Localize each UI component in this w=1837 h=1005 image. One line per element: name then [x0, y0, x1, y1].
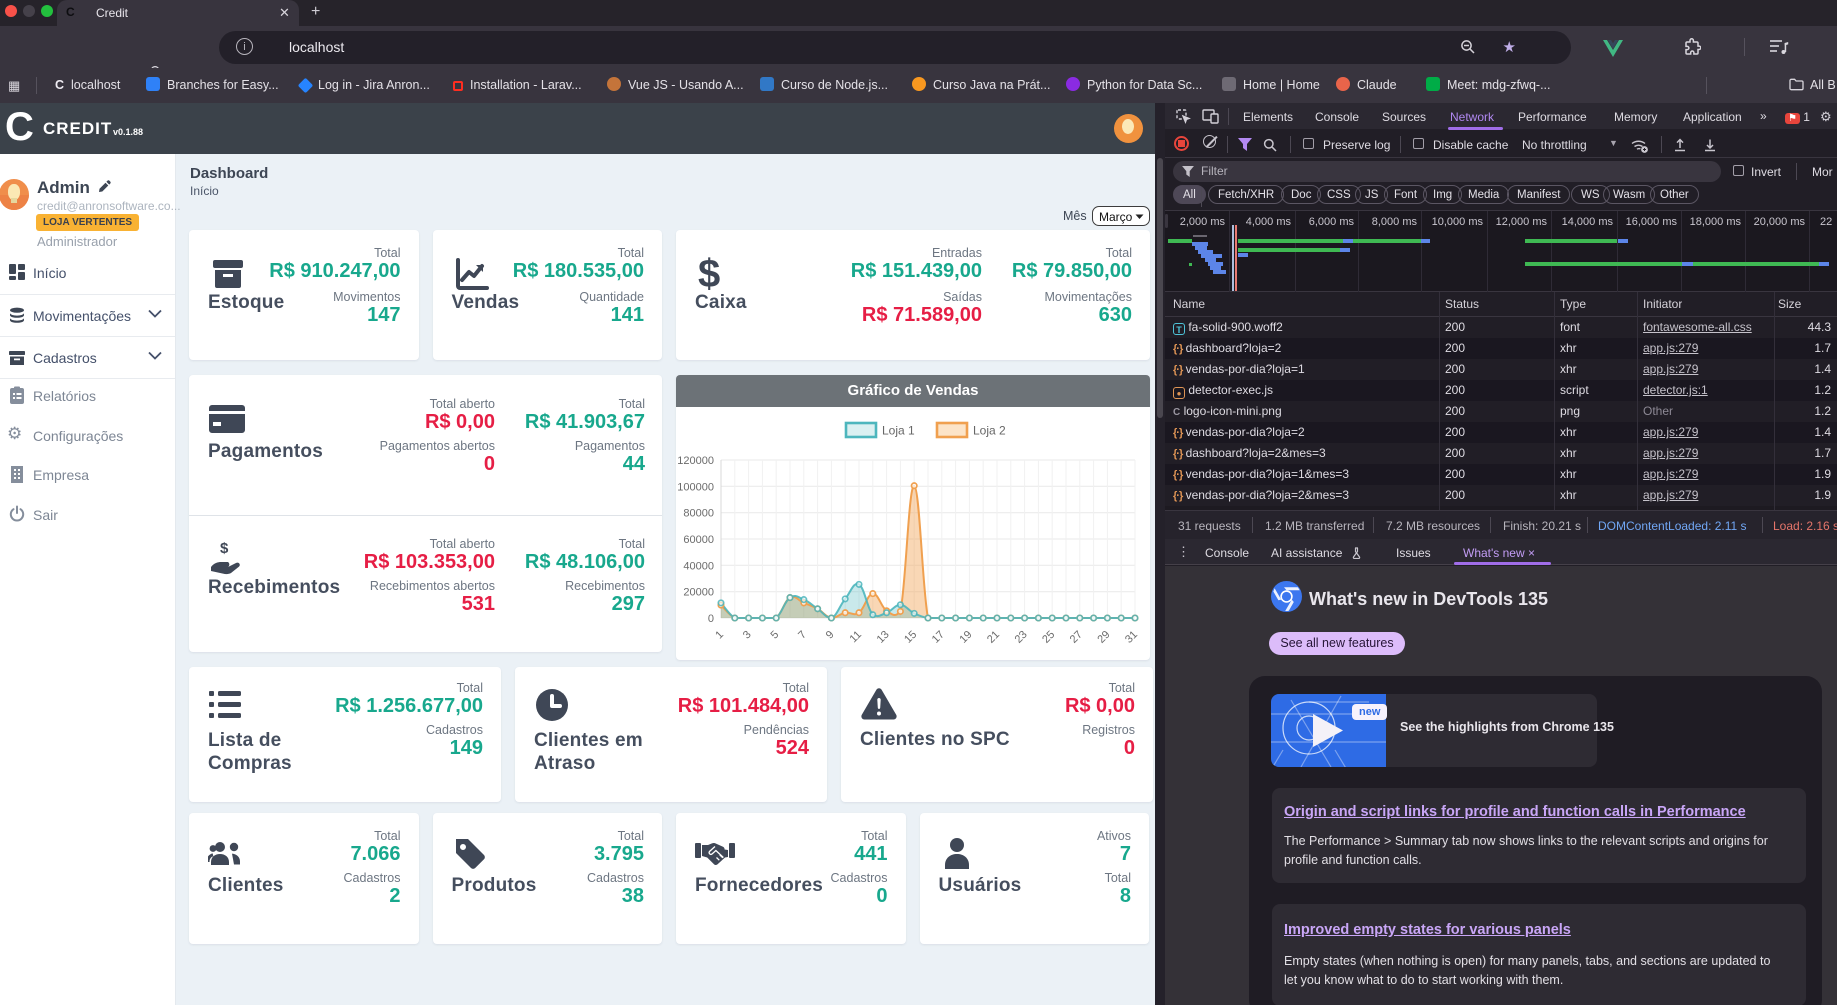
svg-text:Loja 1: Loja 1: [882, 424, 915, 438]
svg-text:9: 9: [824, 629, 837, 642]
svg-text:15: 15: [902, 629, 919, 646]
svg-text:13: 13: [875, 629, 892, 646]
svg-text:27: 27: [1068, 629, 1085, 646]
svg-text:$: $: [220, 541, 229, 557]
svg-text:19: 19: [957, 629, 974, 646]
svg-text:31: 31: [1123, 629, 1140, 646]
svg-text:40000: 40000: [683, 560, 714, 572]
svg-text:1: 1: [713, 629, 726, 642]
svg-text:5: 5: [769, 629, 782, 642]
svg-text:120000: 120000: [677, 455, 714, 467]
svg-text:29: 29: [1095, 629, 1112, 646]
svg-text:25: 25: [1040, 629, 1057, 646]
svg-text:80000: 80000: [683, 508, 714, 520]
svg-text:7: 7: [796, 629, 809, 642]
svg-text:20000: 20000: [683, 587, 714, 599]
svg-text:3: 3: [741, 629, 754, 642]
svg-text:23: 23: [1013, 629, 1030, 646]
svg-text:21: 21: [985, 629, 1002, 646]
svg-text:Loja 2: Loja 2: [973, 424, 1006, 438]
svg-text:0: 0: [708, 613, 714, 625]
svg-text:100000: 100000: [677, 481, 714, 493]
svg-text:17: 17: [930, 629, 947, 646]
svg-text:11: 11: [848, 629, 865, 646]
svg-text:60000: 60000: [683, 534, 714, 546]
